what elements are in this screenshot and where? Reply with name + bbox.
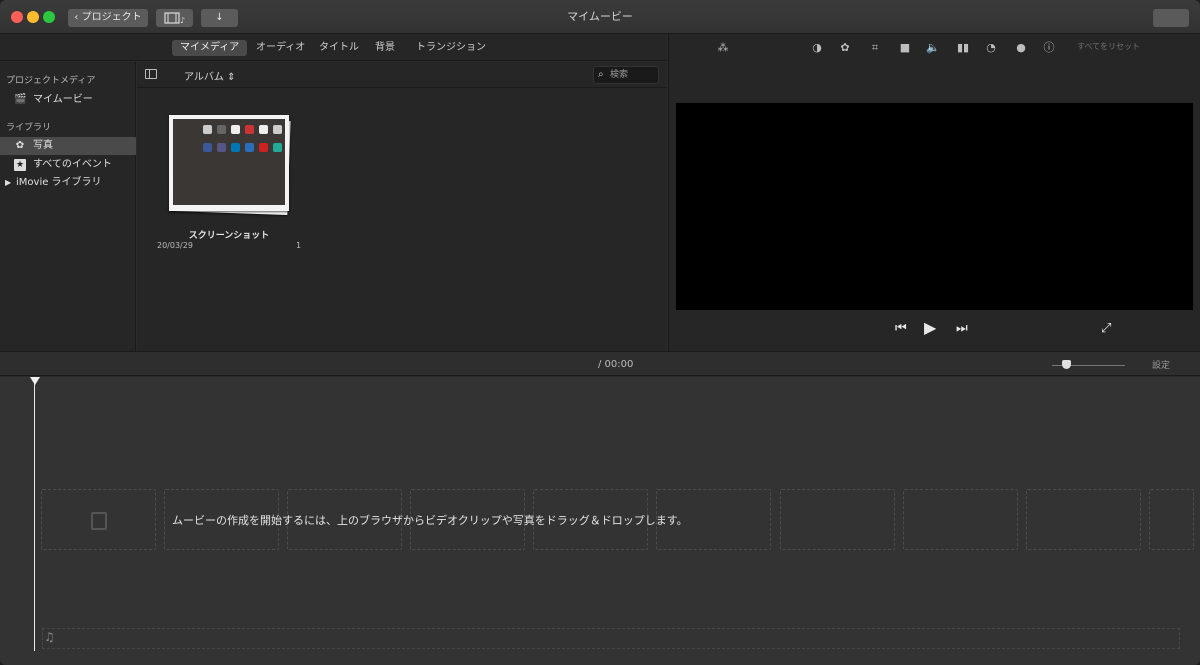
section-libraries: ライブラリ <box>6 123 52 133</box>
app-icon <box>273 125 282 134</box>
app-icon <box>231 143 240 152</box>
app-icon <box>217 143 226 152</box>
video-preview <box>676 103 1193 310</box>
crop-icon[interactable]: ⌗ <box>867 40 883 56</box>
app-icon <box>259 125 268 134</box>
thumb-paper-front <box>169 115 289 211</box>
reset-all-button[interactable]: すべてをリセット <box>1077 41 1140 52</box>
skip-forward-icon[interactable]: ⏭ <box>956 321 968 336</box>
sidebar-item-my-movie[interactable]: 🎬 マイムービー <box>0 91 136 109</box>
tab-audio[interactable]: オーディオ <box>248 40 313 56</box>
sidebar-item-photos[interactable]: ✿ 写真 <box>0 137 136 155</box>
timeline-hint: ムービーの作成を開始するには、上のブラウザからビデオクリップや写真をドラッグ＆ド… <box>172 514 688 527</box>
zoom-slider-knob[interactable] <box>1062 360 1071 369</box>
clip-slot <box>903 489 1018 550</box>
audio-lane[interactable] <box>42 628 1180 649</box>
clapper-icon: 🎬 <box>14 94 27 105</box>
app-icon <box>217 125 226 134</box>
info-icon[interactable]: ⓘ <box>1041 40 1057 56</box>
disclosure-triangle-icon[interactable]: ▶ <box>5 174 11 192</box>
sidebar-item-imovie-library[interactable]: ▶ iMovie ライブラリ <box>0 174 136 192</box>
film-music-icon: ♪ <box>163 12 185 25</box>
timeline-header: / 00:00 設定 <box>0 351 1200 376</box>
app-icon <box>203 125 212 134</box>
app-icon <box>203 143 212 152</box>
search-icon: ⌕ <box>598 69 604 80</box>
filter-icon[interactable]: ● <box>1013 40 1029 56</box>
app-icon <box>245 125 254 134</box>
timeline-settings-button[interactable]: 設定 <box>1152 358 1170 371</box>
library-sidebar: プロジェクトメディア 🎬 マイムービー ライブラリ ✿ 写真 ★ すべてのイベン… <box>0 62 136 351</box>
clip-slot <box>1026 489 1141 550</box>
viewer-panel: ⁂ ◑ ✿ ⌗ ■ 🔈 ▮▮ ◔ ● ⓘ すべてをリセット ⏮ ▶ ⏭ ⤢ <box>668 34 1200 351</box>
color-balance-icon[interactable]: ◑ <box>809 40 825 56</box>
chevron-left-icon: ‹ <box>74 12 82 23</box>
timecode: / 00:00 <box>598 359 634 370</box>
app-icon <box>259 143 268 152</box>
music-note-icon: ♫ <box>44 630 55 644</box>
timeline[interactable]: ムービーの作成を開始するには、上のブラウザからビデオクリップや写真をドラッグ＆ド… <box>0 377 1200 665</box>
chevron-updown-icon: ⇕ <box>227 72 236 83</box>
speed-icon[interactable]: ◔ <box>983 40 999 56</box>
clip-slot <box>780 489 895 550</box>
zoom-window-button[interactable] <box>43 11 55 23</box>
playhead[interactable] <box>34 377 35 651</box>
magic-wand-icon[interactable]: ⁂ <box>715 40 731 56</box>
minimize-window-button[interactable] <box>27 11 39 23</box>
skip-back-icon[interactable]: ⏮ <box>895 321 907 336</box>
close-window-button[interactable] <box>11 11 23 23</box>
media-import-button[interactable]: ♪ <box>156 9 193 27</box>
photos-flower-icon: ✿ <box>15 140 25 151</box>
import-button[interactable]: ↓ <box>201 9 238 27</box>
svg-text:♪: ♪ <box>180 16 185 24</box>
tab-transitions[interactable]: トランジション <box>408 40 494 56</box>
play-icon[interactable]: ▶ <box>924 318 936 337</box>
album-thumbnail[interactable] <box>169 115 291 216</box>
stabilization-icon[interactable]: ■ <box>897 40 913 56</box>
search-input[interactable] <box>610 68 656 82</box>
volume-icon[interactable]: 🔈 <box>925 40 941 56</box>
arrow-down-icon: ↓ <box>215 12 224 23</box>
section-project-media: プロジェクトメディア <box>6 76 96 86</box>
star-icon: ★ <box>14 159 26 171</box>
film-icon <box>91 512 107 530</box>
playhead-handle[interactable] <box>30 377 40 385</box>
equalizer-icon[interactable]: ▮▮ <box>955 40 971 56</box>
share-button[interactable] <box>1153 9 1189 27</box>
clip-slot <box>41 489 156 550</box>
title-bar: ‹ プロジェクト ♪ ↓ マイムービー <box>0 0 1200 34</box>
clip-slot <box>1149 489 1194 550</box>
color-correction-icon[interactable]: ✿ <box>837 40 853 56</box>
thumb-image <box>173 119 285 205</box>
projects-button[interactable]: ‹ プロジェクト <box>68 9 148 27</box>
app-icon <box>245 143 254 152</box>
album-date: 20/03/29 <box>157 241 193 250</box>
browser-header: アルバム ⇕ ⌕ <box>137 62 667 88</box>
toggle-sidebar-icon[interactable] <box>145 69 157 79</box>
imovie-window: ‹ プロジェクト ♪ ↓ マイムービー マイメディア オーディオ タイトル 背景… <box>0 0 1200 665</box>
app-icon <box>273 143 282 152</box>
album-selector[interactable]: アルバム ⇕ <box>184 68 235 83</box>
album-count: 1 <box>296 241 302 250</box>
tab-titles[interactable]: タイトル <box>311 40 367 56</box>
sidebar-item-all-events[interactable]: ★ すべてのイベント <box>0 156 136 174</box>
tab-my-media[interactable]: マイメディア <box>172 40 248 56</box>
tab-backgrounds[interactable]: 背景 <box>367 40 403 56</box>
fullscreen-icon[interactable]: ⤢ <box>1101 321 1111 336</box>
media-browser: アルバム ⇕ ⌕ 検索 スクリーンショット 20/03/29 1 <box>137 62 667 351</box>
search-box[interactable]: ⌕ <box>593 66 659 84</box>
browser-tabs-bar: マイメディア オーディオ タイトル 背景 トランジション <box>0 34 667 61</box>
album-name: スクリーンショット <box>188 231 270 241</box>
app-icon <box>231 125 240 134</box>
